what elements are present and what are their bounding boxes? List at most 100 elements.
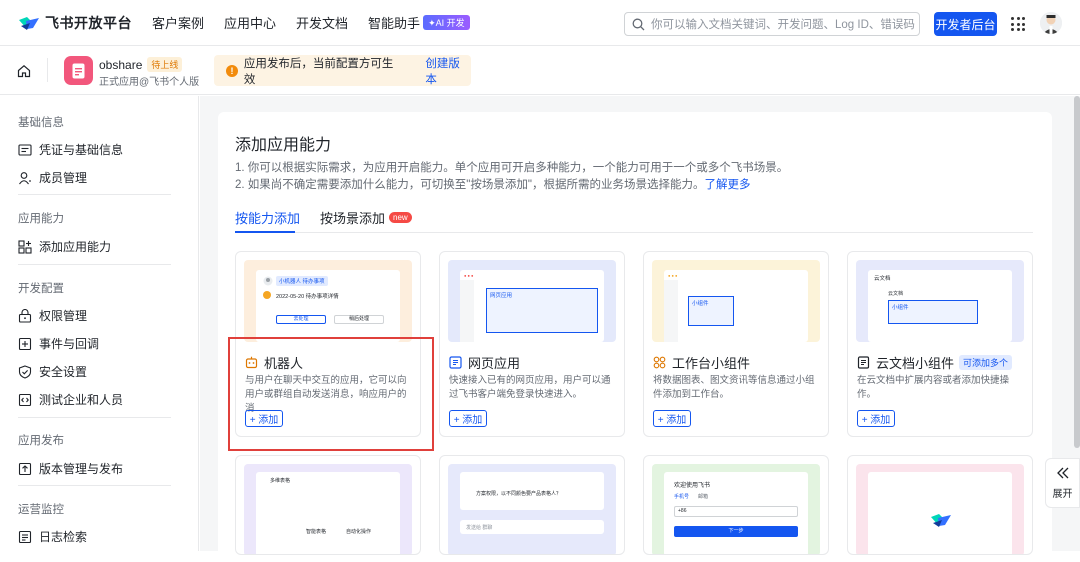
doc-preview-header: 云文档 bbox=[874, 276, 891, 282]
bitable-preview-title: 多维表格 bbox=[270, 478, 291, 484]
sidebar-item-label: 凭证与基础信息 bbox=[39, 143, 124, 157]
description-text: 2. 如果尚不确定需要添加什么能力，可切换至"按场景添加"，根据所需的业务场景选… bbox=[235, 179, 705, 191]
sidebar-item-label: 添加应用能力 bbox=[39, 240, 112, 254]
card-title-text: 网页应用 bbox=[468, 356, 521, 371]
widget-preview-label: 小组件 bbox=[692, 301, 709, 307]
nav-ai-assistant[interactable]: 智能助手 ✦AI 开发 bbox=[368, 13, 470, 32]
sidebar: 基础信息 凭证与基础信息 成员管理 应用能力 添加应用能力 开发配置 权限管理 … bbox=[0, 96, 199, 551]
web-app-preview: ● ● ● 网页应用 bbox=[448, 260, 616, 342]
capability-card-web-app[interactable]: ● ● ● 网页应用 网页应用 快速接入已有的网页应用，用户可以通过飞书客户端免… bbox=[439, 251, 625, 437]
capability-card-doc-widget[interactable]: 云文档 云文档 小组件 云文档小组件 可添加多个 在云文档中扩展内容或者添加快捷… bbox=[847, 251, 1033, 437]
search-icon bbox=[632, 18, 645, 30]
app-name-text: obshare bbox=[99, 57, 143, 72]
sidebar-item-add-capability[interactable]: 添加应用能力 bbox=[18, 238, 111, 255]
bitable-label-2: 自动化操作 bbox=[346, 529, 372, 535]
new-badge: new bbox=[389, 212, 412, 223]
sidebar-item-security[interactable]: 安全设置 bbox=[18, 363, 87, 380]
sidebar-item-permissions[interactable]: 权限管理 bbox=[18, 307, 87, 324]
id-card-icon bbox=[18, 143, 32, 156]
sidebar-item-label: 成员管理 bbox=[39, 171, 88, 185]
app-subtitle: 正式应用@飞书个人版 bbox=[99, 77, 200, 88]
sidebar-item-versions[interactable]: 版本管理与发布 bbox=[18, 460, 123, 477]
create-version-link[interactable]: 创建版本 bbox=[425, 55, 471, 87]
sidebar-item-events[interactable]: 事件与回调 bbox=[18, 335, 99, 352]
sidebar-item-test-users[interactable]: 测试企业和人员 bbox=[18, 391, 123, 408]
robot-preview-text: 2022-05-20 待办事项详情 bbox=[276, 294, 339, 300]
web-preview-window: ● ● ● 网页应用 bbox=[460, 270, 604, 342]
code-icon bbox=[18, 393, 32, 406]
card-description: 将数据图表、图文资讯等信息通过小组件添加到工作台。 bbox=[653, 375, 815, 400]
feishu-logo[interactable]: 飞书开放平台 bbox=[18, 13, 138, 33]
brand-name: 飞书开放平台 bbox=[45, 14, 132, 31]
capability-card-chat[interactable]: 方案权限，以不同颜色要产品表格人？ 发送给 群聊 bbox=[439, 455, 625, 555]
expand-button[interactable]: 展开 bbox=[1045, 458, 1080, 508]
bot-avatar-icon bbox=[263, 276, 273, 286]
sidebar-item-label: 版本管理与发布 bbox=[39, 462, 124, 476]
apps-grid-icon[interactable] bbox=[1011, 17, 1025, 31]
add-doc-widget-button[interactable]: + 添加 bbox=[857, 410, 895, 427]
scrollbar[interactable] bbox=[1074, 96, 1080, 448]
bitable-preview: 多维表格 智能表格 自动化操作 bbox=[244, 464, 412, 554]
app-logo-preview bbox=[856, 464, 1024, 554]
nav-dev-docs[interactable]: 开发文档 bbox=[296, 13, 348, 32]
card-title: 工作台小组件 bbox=[653, 353, 750, 372]
doc-widget-preview: 云文档 云文档 小组件 bbox=[856, 260, 1024, 342]
web-preview-sidebar bbox=[460, 280, 474, 342]
divider bbox=[18, 194, 171, 195]
app-logo-preview-window bbox=[868, 472, 1012, 554]
sidebar-item-logs[interactable]: 日志检索 bbox=[18, 528, 87, 545]
tab-by-scenario[interactable]: 按场景添加 new bbox=[320, 208, 412, 227]
webpage-icon bbox=[449, 356, 462, 369]
chat-preview-input-text: 发送给 群聊 bbox=[466, 525, 493, 531]
upload-icon bbox=[18, 462, 32, 475]
capability-card-workbench-widget[interactable]: ● ● ● 小组件 工作台小组件 将数据图表、图文资讯等信息通过小组件添加到工作… bbox=[643, 251, 829, 437]
divider bbox=[18, 485, 171, 486]
divider bbox=[18, 417, 171, 418]
capability-card-login[interactable]: 欢迎使用飞书 手机号 邮箱 +86 下一步 bbox=[643, 455, 829, 555]
event-icon bbox=[18, 337, 32, 350]
home-icon[interactable] bbox=[17, 64, 31, 78]
search-placeholder: 你可以输入文档关键词、开发问题、Log ID、错误码 bbox=[651, 19, 915, 31]
capability-card-app-logo[interactable] bbox=[847, 455, 1033, 555]
nav-ai-label: 智能助手 bbox=[368, 16, 421, 31]
add-workbench-widget-button[interactable]: + 添加 bbox=[653, 410, 691, 427]
chat-preview-text: 方案权限，以不同颜色要产品表格人？ bbox=[476, 491, 562, 497]
user-avatar[interactable] bbox=[1040, 12, 1062, 34]
sidebar-item-credentials[interactable]: 凭证与基础信息 bbox=[18, 141, 123, 158]
app-name: obshare 待上线 bbox=[99, 57, 183, 72]
status-badge: 待上线 bbox=[147, 57, 183, 72]
log-icon bbox=[18, 530, 32, 543]
sidebar-group-dev-config: 开发配置 bbox=[18, 283, 64, 295]
sidebar-item-members[interactable]: 成员管理 bbox=[18, 169, 87, 186]
sidebar-item-label: 测试企业和人员 bbox=[39, 393, 124, 407]
developer-console-button[interactable]: 开发者后台 bbox=[934, 12, 997, 36]
main-nav: 客户案例 应用中心 开发文档 智能助手 ✦AI 开发 bbox=[152, 13, 470, 32]
robot-preview-card: 小机器人 待办事项 2022-05-20 待办事项详情 去处理 稍后处理 bbox=[256, 270, 400, 342]
capability-card-bitable[interactable]: 多维表格 智能表格 自动化操作 bbox=[235, 455, 421, 555]
publish-notice: ! 应用发布后，当前配置方可生效 创建版本 bbox=[214, 55, 471, 86]
robot-preview-chip: 小机器人 待办事项 bbox=[276, 276, 328, 286]
tab-by-capability[interactable]: 按能力添加 bbox=[235, 208, 300, 227]
login-preview-tab-1: 手机号 bbox=[674, 494, 690, 500]
nav-customer-cases[interactable]: 客户案例 bbox=[152, 13, 204, 32]
sidebar-group-basic: 基础信息 bbox=[18, 117, 64, 129]
login-preview-window: 欢迎使用飞书 手机号 邮箱 +86 下一步 bbox=[664, 472, 808, 554]
add-web-app-button[interactable]: + 添加 bbox=[449, 410, 487, 427]
alarm-icon bbox=[263, 291, 271, 299]
doc-preview-window: 云文档 云文档 小组件 bbox=[868, 270, 1012, 342]
sidebar-group-monitor: 运营监控 bbox=[18, 504, 64, 516]
chat-preview-bubble: 方案权限，以不同颜色要产品表格人？ bbox=[460, 472, 604, 510]
search-input[interactable]: 你可以输入文档关键词、开发问题、Log ID、错误码 bbox=[624, 12, 920, 36]
card-title-text: 工作台小组件 bbox=[672, 356, 751, 371]
lock-icon bbox=[18, 308, 32, 323]
double-chevron-left-icon bbox=[1056, 467, 1068, 478]
divider bbox=[18, 264, 171, 265]
learn-more-link[interactable]: 了解更多 bbox=[704, 179, 750, 191]
feishu-logo-icon bbox=[931, 514, 951, 527]
app-icon bbox=[64, 56, 93, 85]
multi-add-badge: 可添加多个 bbox=[959, 355, 1013, 370]
description-line-1: 1. 你可以根据实际需求，为应用开启能力。单个应用可开启多种能力，一个能力可用于… bbox=[235, 162, 789, 174]
add-apps-icon bbox=[18, 239, 32, 254]
tab-active-indicator bbox=[235, 231, 295, 233]
nav-app-center[interactable]: 应用中心 bbox=[224, 13, 276, 32]
